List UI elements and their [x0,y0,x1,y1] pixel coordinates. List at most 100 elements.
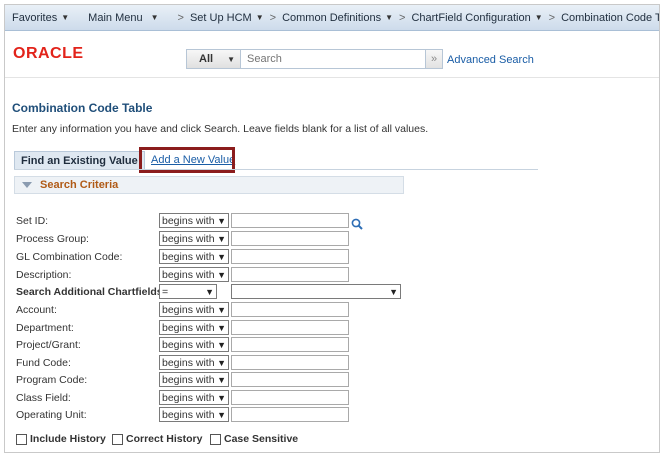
case-sensitive-option[interactable]: Case Sensitive [210,433,298,445]
double-chevron-right-icon: » [430,53,438,65]
operator-value: begins with [162,303,215,316]
correct-history-option[interactable]: Correct History [112,433,202,445]
favorites-menu[interactable]: Favorites ▼ [5,5,76,31]
case-sensitive-checkbox[interactable] [210,433,221,445]
chevron-down-icon: ▼ [150,13,159,22]
field-label-class-field: Class Field: [16,392,71,404]
search-scope-select[interactable]: All ▼ [187,50,241,68]
breadcrumb-arrow-icon: > [399,11,406,24]
fund-code-operator-select[interactable]: begins with ▼ [159,355,229,370]
field-label-project-grant: Project/Grant: [16,339,81,351]
account-operator-select[interactable]: begins with ▼ [159,302,229,317]
process-group-input[interactable] [231,231,349,246]
breadcrumb-arrow-icon: > [269,11,277,24]
operator-value: begins with [162,391,215,404]
search-scope-value: All [199,53,214,65]
chevron-down-icon: ▼ [217,322,226,333]
breadcrumb-chartfield-configuration[interactable]: ChartField Configuration [411,12,530,24]
main-menu[interactable]: Main Menu ▼ [76,5,165,31]
field-label-department: Department: [16,322,74,334]
page-header: ORACLE All ▼ » Advanced Search [5,31,659,78]
department-operator-select[interactable]: begins with ▼ [159,320,229,335]
tab-find-existing-value[interactable]: Find an Existing Value [14,151,145,169]
project-grant-input[interactable] [231,337,349,352]
operator-value: begins with [162,232,215,245]
breadcrumb-arrow-icon: > [177,11,184,24]
breadcrumb-set-up-hcm[interactable]: Set Up HCM [190,12,252,24]
chevron-down-icon: ▼ [255,13,264,22]
operating-unit-input[interactable] [231,407,349,422]
collapse-triangle-icon [22,182,32,188]
chevron-down-icon: ▼ [217,374,226,385]
additional-chartfields-select[interactable]: ▼ [231,284,401,299]
description-operator-select[interactable]: begins with ▼ [159,267,229,282]
field-label-fund-code: Fund Code: [16,357,71,369]
gl-combination-code-operator-select[interactable]: begins with ▼ [159,249,229,264]
breadcrumb-combination-code-table[interactable]: Combination Code Table [561,12,659,24]
chevron-down-icon: ▼ [534,13,543,22]
field-label-description: Description: [16,269,72,281]
main-menu-label: Main Menu [88,11,143,24]
chevron-down-icon: ▼ [217,269,226,280]
app-window: Favorites ▼ Main Menu ▼ > Set Up HCM ▼ >… [4,4,660,453]
chevron-down-icon: ▼ [217,233,226,244]
breadcrumb: > Set Up HCM ▼ > Common Definitions ▼ > … [166,5,659,31]
field-label-gl-combination-code: GL Combination Code: [16,251,123,263]
operator-value: begins with [162,214,215,227]
account-input[interactable] [231,302,349,317]
program-code-operator-select[interactable]: begins with ▼ [159,372,229,387]
chevron-down-icon: ▼ [61,13,70,22]
fund-code-input[interactable] [231,355,349,370]
correct-history-checkbox[interactable] [112,433,123,445]
department-input[interactable] [231,320,349,335]
set-id-operator-select[interactable]: begins with ▼ [159,213,229,228]
process-group-operator-select[interactable]: begins with ▼ [159,231,229,246]
description-input[interactable] [231,267,349,282]
project-grant-operator-select[interactable]: begins with ▼ [159,337,229,352]
favorites-label: Favorites [12,11,58,24]
section-title: Search Criteria [40,179,119,191]
lookup-search-icon[interactable] [351,218,363,230]
breadcrumb-arrow-icon: > [548,11,556,24]
operator-value: begins with [162,373,215,386]
include-history-label: Include History [30,433,106,445]
class-field-input[interactable] [231,390,349,405]
breadcrumb-common-definitions[interactable]: Common Definitions [282,12,381,24]
page-title: Combination Code Table [12,101,153,115]
additional-chartfields-operator-select[interactable]: = ▼ [159,284,217,299]
set-id-input[interactable] [231,213,349,228]
search-input[interactable] [241,50,425,68]
field-label-account: Account: [16,304,57,316]
oracle-logo: ORACLE [13,45,84,62]
program-code-input[interactable] [231,372,349,387]
chevron-down-icon: ▼ [217,339,226,350]
operator-value: begins with [162,321,215,334]
operator-value: begins with [162,408,215,421]
field-label-operating-unit: Operating Unit: [16,409,87,421]
chevron-down-icon: ▼ [217,251,226,262]
top-navigation-bar: Favorites ▼ Main Menu ▼ > Set Up HCM ▼ >… [5,5,659,31]
chevron-down-icon: ▼ [389,286,398,297]
class-field-operator-select[interactable]: begins with ▼ [159,390,229,405]
advanced-search-link[interactable]: Advanced Search [447,54,534,66]
page-instructions: Enter any information you have and click… [12,123,429,135]
include-history-checkbox[interactable] [16,433,27,445]
operating-unit-operator-select[interactable]: begins with ▼ [159,407,229,422]
operator-value: begins with [162,250,215,263]
operator-value: begins with [162,268,215,281]
tab-divider [14,169,538,170]
field-label-process-group: Process Group: [16,233,89,245]
field-label-program-code: Program Code: [16,374,88,386]
global-search: All ▼ [186,49,426,69]
case-sensitive-label: Case Sensitive [224,433,299,445]
include-history-option[interactable]: Include History [16,433,106,445]
search-criteria-header[interactable]: Search Criteria [14,176,404,194]
chevron-down-icon: ▼ [227,54,235,64]
operator-value: begins with [162,356,215,369]
chevron-down-icon: ▼ [217,409,226,420]
gl-combination-code-input[interactable] [231,249,349,264]
chevron-down-icon: ▼ [385,13,394,22]
correct-history-label: Correct History [126,433,203,445]
search-go-button[interactable]: » [425,49,443,69]
chevron-down-icon: ▼ [217,304,226,315]
